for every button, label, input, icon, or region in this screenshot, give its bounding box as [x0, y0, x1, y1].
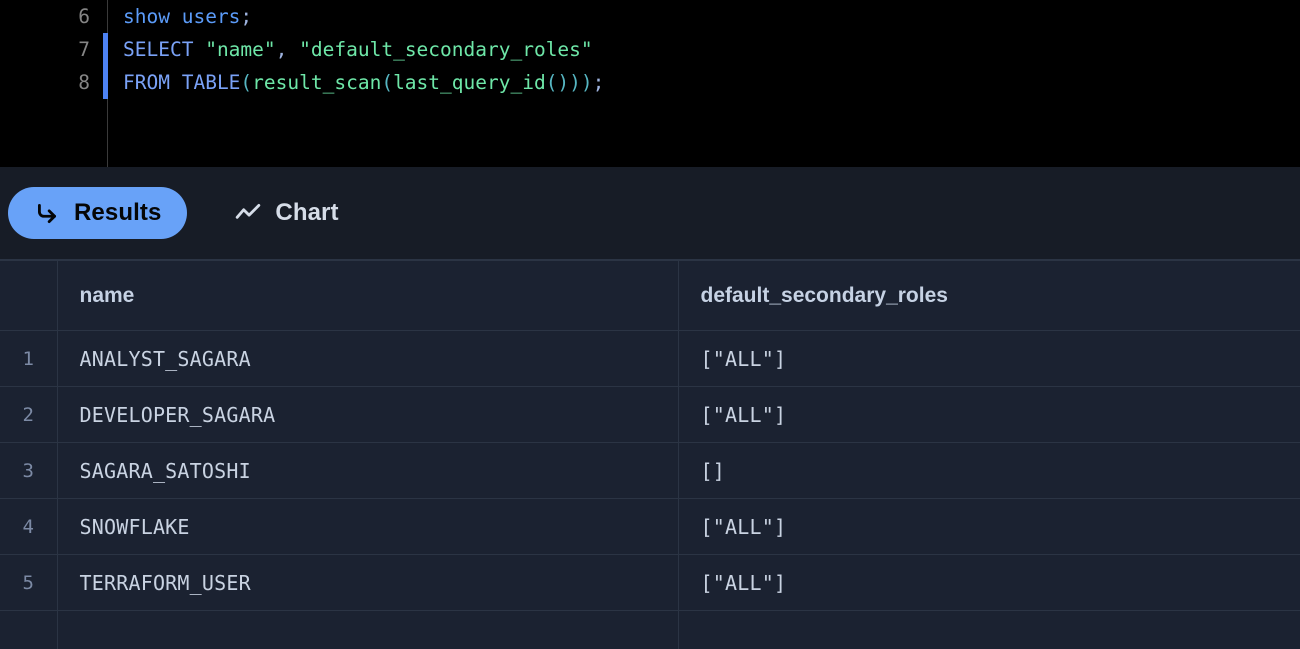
table-cell[interactable]: []	[678, 442, 1300, 499]
column-header-default-secondary-roles[interactable]: default_secondary_roles	[678, 260, 1300, 331]
code-token: "default_secondary_roles"	[299, 38, 593, 61]
code-token: users	[181, 5, 241, 28]
table-cell[interactable]: SAGARA_SATOSHI	[57, 442, 679, 499]
table-row-empty	[0, 610, 1300, 649]
table-row[interactable]: 3 SAGARA_SATOSHI[]	[0, 442, 1300, 499]
table-cell[interactable]: DEVELOPER_SAGARA	[57, 386, 679, 443]
code-token: (	[381, 71, 394, 94]
code-line-text: SELECT "name", "default_secondary_roles"	[108, 38, 593, 61]
code-token: ;	[592, 71, 605, 94]
table-cell[interactable]: ANALYST_SAGARA	[57, 330, 679, 387]
table-cell-empty	[678, 610, 1300, 649]
code-line[interactable]: 8 FROM TABLE(result_scan(last_query_id())…	[0, 66, 1300, 99]
code-token: (	[240, 71, 253, 94]
code-line[interactable]: 6 show users;	[0, 0, 1300, 33]
panel-left-notch	[0, 167, 8, 233]
results-table-container[interactable]: name default_secondary_roles 1 ANALYST_SA…	[0, 260, 1300, 649]
code-line[interactable]: 7 SELECT "name", "default_secondary_roles…	[0, 33, 1300, 66]
code-token: ;	[240, 5, 253, 28]
line-chart-icon	[235, 200, 261, 226]
line-number: 8	[78, 71, 90, 94]
row-number-cell: 2	[0, 386, 58, 443]
table-header: name default_secondary_roles	[0, 260, 1300, 331]
tab-results[interactable]: Results	[8, 187, 188, 239]
code-token: ,	[275, 38, 288, 61]
editor-code-area[interactable]: 6 show users; 7 SELECT "name", "default_sec…	[0, 0, 1300, 99]
table-cell[interactable]: ["ALL"]	[678, 386, 1300, 443]
tab-results-label: Results	[74, 199, 162, 226]
table-row[interactable]: 5 TERRAFORM_USER ["ALL"]	[0, 554, 1300, 611]
table-body: 1 ANALYST_SAGARA ["ALL"] 2 DEVELOPER_SAGARA[…	[0, 330, 1300, 649]
tab-chart-label: Chart	[275, 199, 339, 226]
row-number-cell: 1	[0, 330, 58, 387]
code-token: show	[123, 5, 170, 28]
table-cell[interactable]: ["ALL"]	[678, 330, 1300, 387]
results-tabbar: Results Chart	[0, 167, 1300, 260]
line-number: 6	[78, 5, 90, 28]
line-number: 7	[78, 38, 90, 61]
code-line-text: show users;	[108, 5, 252, 28]
code-token: ()))	[545, 71, 593, 94]
sql-editor[interactable]: 6 show users; 7 SELECT "name", "default_sec…	[0, 0, 1300, 167]
row-number-header	[0, 260, 58, 331]
code-token: SELECT	[123, 38, 194, 61]
results-table: name default_secondary_roles 1 ANALYST_SA…	[0, 260, 1300, 649]
table-row[interactable]: 1 ANALYST_SAGARA ["ALL"]	[0, 330, 1300, 387]
tab-chart[interactable]: Chart	[209, 187, 364, 239]
table-cell-empty	[57, 610, 679, 649]
row-number-cell: 4	[0, 498, 58, 555]
table-header-row: name default_secondary_roles	[0, 260, 1300, 331]
code-token: TABLE	[181, 71, 241, 94]
table-row[interactable]: 2 DEVELOPER_SAGARA ["ALL"]	[0, 386, 1300, 443]
table-cell[interactable]: SNOWFLAKE	[57, 498, 679, 555]
row-number-cell: 5	[0, 554, 58, 611]
row-number-cell: 3	[0, 442, 58, 499]
column-header-name[interactable]: name	[57, 260, 679, 331]
corner-down-right-arrow-icon	[34, 200, 60, 226]
code-token: FROM	[123, 71, 170, 94]
code-token: last_query_id	[393, 71, 546, 94]
table-row[interactable]: 4 SNOWFLAKE ["ALL"]	[0, 498, 1300, 555]
table-cell[interactable]: ["ALL"]	[678, 554, 1300, 611]
results-panel: Results Chart name default_secondary_rol…	[0, 167, 1300, 649]
code-token: "name"	[205, 38, 276, 61]
code-token: result_scan	[252, 71, 382, 94]
code-line-text: FROM TABLE(result_scan(last_query_id()))…	[108, 71, 604, 94]
table-cell[interactable]: TERRAFORM_USER	[57, 554, 679, 611]
table-cell-empty	[0, 610, 58, 649]
table-cell[interactable]: ["ALL"]	[678, 498, 1300, 555]
